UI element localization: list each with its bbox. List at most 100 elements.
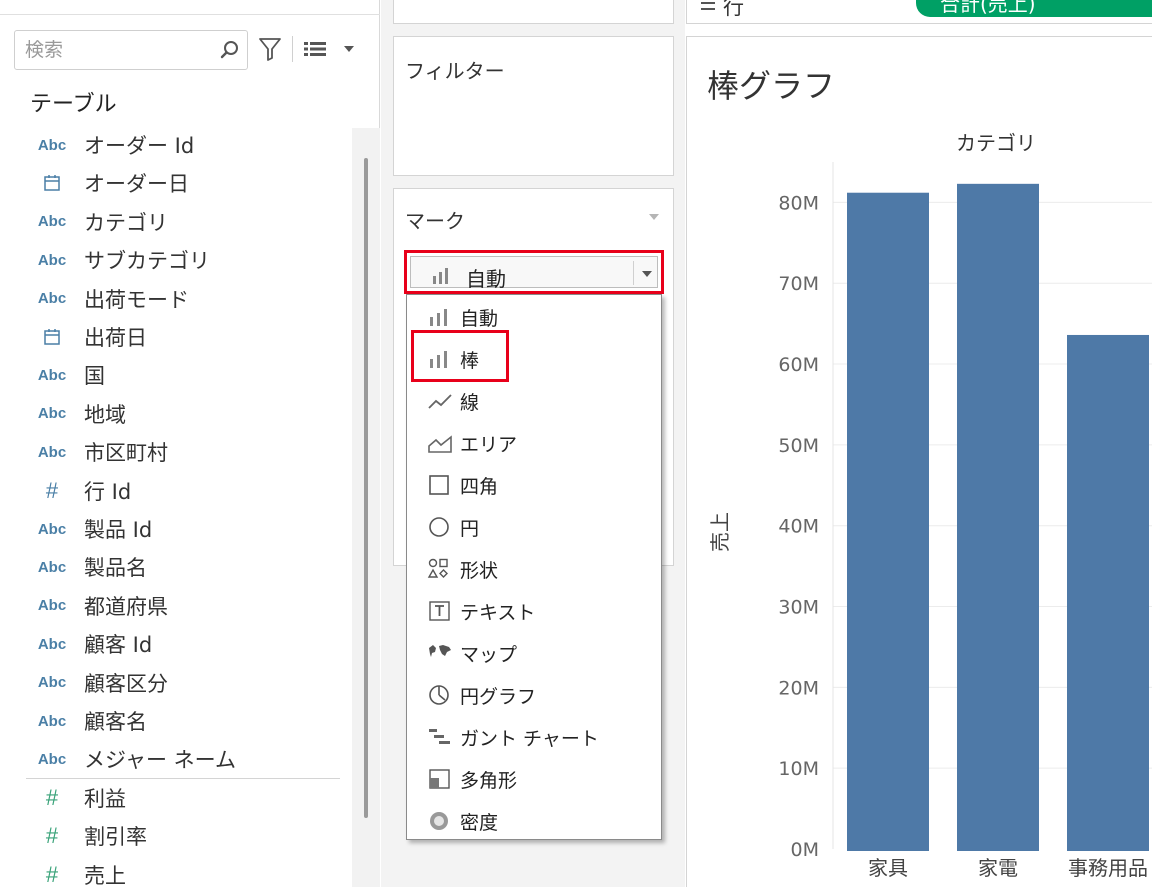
field-label: 出荷日 [84,326,147,350]
filters-shelf[interactable]: フィルター [393,36,674,176]
scrollbar-thumb[interactable] [364,158,368,818]
mark-type-select-box[interactable]: 自動 [410,256,658,291]
field-label: 顧客名 [84,710,147,734]
field-item[interactable]: Abc 地域 [0,395,350,433]
field-item[interactable]: # 利益 [0,779,350,817]
field-label: 製品 Id [84,518,153,542]
field-item[interactable]: 出荷日 [0,318,350,356]
y-axis-ticks: 0M 10M 20M 30M 40M 50M 60M 70M 80M [778,192,819,861]
sum-sales-pill-label: 合計(売上) [940,0,1036,16]
mark-type-option-label: 形状 [460,560,499,582]
top-divider [0,14,380,15]
field-item[interactable]: オーダー日 [0,164,350,202]
bar-chart-icon [430,309,447,326]
mark-type-option[interactable]: テキスト [407,590,661,632]
marks-card-label: マーク [405,209,465,233]
circle-icon [429,517,449,537]
field-item[interactable]: Abc 顧客 Id [0,625,350,663]
field-scrollbar[interactable] [352,128,380,887]
mark-type-option[interactable]: 四角 [407,464,661,506]
field-item[interactable]: Abc 国 [0,356,350,394]
number-type-icon: # [45,784,59,810]
rows-shelf[interactable]: 行 合計(売上) [686,0,1152,24]
mark-type-option-label: 円グラフ [460,686,537,708]
data-pane: テーブル Abc オーダー Id オーダー日 Abc カテゴリ Abc サブカテゴリ Abc 出… [0,0,380,887]
search-input[interactable] [25,37,215,63]
field-item[interactable]: Abc カテゴリ [0,203,350,241]
mark-type-selected-label: 自動 [466,267,506,291]
search-box[interactable] [14,30,248,70]
mark-type-select[interactable]: 自動 [404,250,664,294]
list-view-icon[interactable] [303,40,327,58]
field-item[interactable]: Abc メジャー ネーム [0,740,350,778]
field-label: オーダー Id [84,134,195,158]
bars [847,183,1149,851]
mark-type-option-label: 円 [460,518,480,540]
sum-sales-pill[interactable]: 合計(売上) [916,0,1152,17]
field-item[interactable]: # 売上 [0,856,350,887]
string-type-icon: Abc [37,635,67,653]
string-type-icon: Abc [37,443,67,461]
chevron-down-icon[interactable] [641,270,653,278]
mark-type-option-label: テキスト [460,602,536,624]
y-tick-label: 20M [778,677,819,699]
mark-type-option[interactable]: 線 [407,380,661,422]
square-icon [429,475,449,495]
field-item[interactable]: Abc 顧客名 [0,702,350,740]
rows-icon [701,2,715,10]
mark-type-option-label: 線 [460,392,480,414]
mark-type-option[interactable]: マップ [407,632,661,674]
field-item[interactable]: Abc 製品名 [0,548,350,586]
mark-type-option[interactable]: 円 [407,506,661,548]
field-label: 製品名 [84,556,147,581]
field-label: 地域 [84,402,126,427]
pages-shelf[interactable] [393,0,674,24]
y-tick-label: 40M [778,516,819,538]
bar[interactable] [957,183,1039,851]
field-item[interactable]: Abc 市区町村 [0,433,350,471]
mark-type-option[interactable]: ガント チャート [407,716,661,758]
y-axis-title: 売上 [708,512,732,552]
string-type-icon: Abc [37,750,67,768]
mark-type-option[interactable]: 密度 [407,800,661,842]
string-type-icon: Abc [37,290,67,308]
field-item[interactable]: Abc 出荷モード [0,280,350,318]
field-label: 都道府県 [84,594,168,619]
bar[interactable] [847,192,929,851]
mark-type-option[interactable]: 形状 [407,548,661,590]
field-item[interactable]: Abc サブカテゴリ [0,241,350,279]
select-separator [633,261,634,285]
area-chart-icon [428,435,452,453]
mark-type-option-label: ガント チャート [460,728,599,750]
field-item[interactable]: Abc 顧客区分 [0,664,350,702]
y-tick-label: 70M [778,273,819,295]
filter-icon[interactable] [258,36,282,62]
toolbar-separator [292,36,293,62]
shapes-icon [427,558,448,578]
x-category-label: 家電 [978,856,1018,880]
chevron-down-icon[interactable] [343,44,355,54]
bar-chart-icon [433,268,448,284]
field-item[interactable]: # 行 Id [0,472,350,510]
chevron-down-icon[interactable] [648,213,660,221]
measure-divider [26,778,340,779]
string-type-icon: Abc [37,136,67,154]
field-item[interactable]: Abc 製品 Id [0,510,350,548]
string-type-icon: Abc [37,712,67,730]
mark-type-option-label: エリア [460,434,518,456]
search-icon[interactable] [219,39,241,61]
field-label: 出荷モード [84,287,189,312]
field-label: 顧客区分 [84,671,168,696]
x-category-label: 家具 [868,856,908,880]
calendar-icon [30,318,74,356]
chart-view: 棒グラフ 0M 10M 20M 30M 40M 50M 60M 70M 80M 家具 家電 事務用品… [686,36,1152,887]
field-item[interactable]: Abc 都道府県 [0,587,350,625]
field-item[interactable]: Abc オーダー Id [0,126,350,164]
mark-type-option[interactable]: 円グラフ [407,674,661,716]
mark-type-option[interactable]: エリア [407,422,661,464]
bar[interactable] [1067,334,1149,851]
number-type-icon: # [45,823,59,849]
field-item[interactable]: # 割引率 [0,817,350,855]
mark-type-option[interactable]: 多角形 [407,758,661,800]
number-type-icon: # [45,477,59,503]
